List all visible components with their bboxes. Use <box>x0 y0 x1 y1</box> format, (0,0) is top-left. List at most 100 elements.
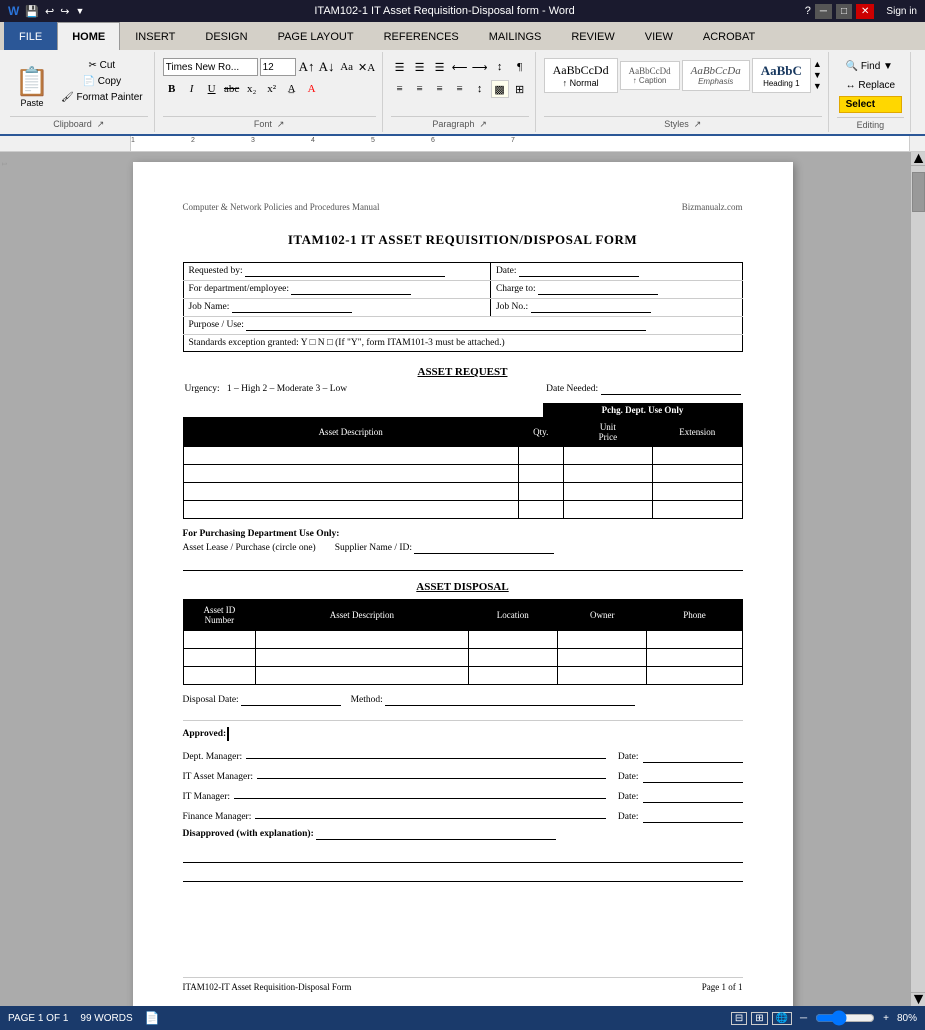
font-family-input[interactable] <box>163 58 258 76</box>
layout-icon[interactable]: 📄 <box>145 1011 160 1025</box>
clear-format-btn[interactable]: ✕A <box>358 58 376 76</box>
select-button[interactable]: Select <box>839 96 902 113</box>
row1-desc[interactable] <box>183 447 518 465</box>
disp-row3-phone[interactable] <box>647 667 742 685</box>
disp-row1-owner[interactable] <box>558 631 647 649</box>
tab-design[interactable]: DESIGN <box>190 22 262 50</box>
format-painter-button[interactable]: 🖌 Format Painter <box>56 90 148 105</box>
scroll-up-btn[interactable]: ▲ <box>911 152 925 166</box>
finance-date-field[interactable] <box>643 812 743 823</box>
quick-access-more[interactable]: ▼ <box>75 6 84 16</box>
disp-row1-loc[interactable] <box>468 631 557 649</box>
sort-button[interactable]: ↕ <box>491 58 509 76</box>
web-layout-icon[interactable]: 🌐 <box>772 1012 792 1025</box>
justify-button[interactable]: ≡ <box>451 80 469 98</box>
disp-row3-owner[interactable] <box>558 667 647 685</box>
row3-desc[interactable] <box>183 483 518 501</box>
row4-price[interactable] <box>563 501 652 519</box>
shrink-font-btn[interactable]: A↓ <box>318 58 336 76</box>
grow-font-btn[interactable]: A↑ <box>298 58 316 76</box>
date-needed-field[interactable] <box>601 384 741 395</box>
change-case-btn[interactable]: Aa <box>338 58 356 76</box>
shading-button[interactable]: ▩ <box>491 80 509 98</box>
disp-row3-id[interactable] <box>183 667 256 685</box>
requested-by-field[interactable] <box>245 266 445 277</box>
job-name-field[interactable] <box>232 302 352 313</box>
style-normal[interactable]: AaBbCcDd ↑ Normal <box>544 58 618 93</box>
it-asset-manager-field[interactable] <box>257 767 606 779</box>
disp-row1-id[interactable] <box>183 631 256 649</box>
scroll-thumb[interactable] <box>912 172 925 212</box>
row2-qty[interactable] <box>518 465 563 483</box>
disp-row1-phone[interactable] <box>647 631 742 649</box>
row3-qty[interactable] <box>518 483 563 501</box>
disp-row1-desc[interactable] <box>256 631 468 649</box>
tab-file[interactable]: FILE <box>4 22 57 50</box>
sign-in[interactable]: Sign in <box>886 6 917 17</box>
it-manager-date-field[interactable] <box>643 792 743 803</box>
replace-button[interactable]: ↔ Replace <box>839 77 902 94</box>
style-emphasis[interactable]: AaBbCcDa Emphasis <box>682 60 750 91</box>
it-asset-date-field[interactable] <box>643 772 743 783</box>
tab-references[interactable]: REFERENCES <box>369 22 474 50</box>
quick-access-undo[interactable]: ↩ <box>45 5 54 18</box>
font-size-input[interactable] <box>260 58 296 76</box>
disp-row2-id[interactable] <box>183 649 256 667</box>
finance-manager-field[interactable] <box>255 807 606 819</box>
find-button[interactable]: 🔍 Find ▼ <box>839 58 902 75</box>
row1-price[interactable] <box>563 447 652 465</box>
align-left-button[interactable]: ≡ <box>391 80 409 98</box>
job-no-field[interactable] <box>531 302 651 313</box>
italic-button[interactable]: I <box>183 80 201 98</box>
minimize-btn[interactable]: ─ <box>815 4 832 19</box>
zoom-slider[interactable] <box>815 1010 875 1026</box>
bold-button[interactable]: B <box>163 80 181 98</box>
dept-field[interactable] <box>291 284 411 295</box>
indent-button[interactable]: ⟶ <box>471 58 489 76</box>
disp-row2-phone[interactable] <box>647 649 742 667</box>
zoom-minus[interactable]: ─ <box>800 1013 807 1024</box>
scroll-down-btn[interactable]: ▼ <box>911 992 925 1006</box>
underline-button[interactable]: U <box>203 80 221 98</box>
method-field[interactable] <box>385 695 635 706</box>
row4-desc[interactable] <box>183 501 518 519</box>
row3-price[interactable] <box>563 483 652 501</box>
supplier-field[interactable] <box>414 543 554 554</box>
subscript-button[interactable]: x₂ <box>243 80 261 98</box>
line-spacing-button[interactable]: ↕ <box>471 80 489 98</box>
dept-manager-date-field[interactable] <box>643 752 743 763</box>
tab-insert[interactable]: INSERT <box>120 22 190 50</box>
disp-row2-loc[interactable] <box>468 649 557 667</box>
row1-qty[interactable] <box>518 447 563 465</box>
cut-button[interactable]: ✂ Cut <box>56 58 148 73</box>
numbering-button[interactable]: ☰ <box>411 58 429 76</box>
bullets-button[interactable]: ☰ <box>391 58 409 76</box>
row4-qty[interactable] <box>518 501 563 519</box>
tab-mailings[interactable]: MAILINGS <box>474 22 557 50</box>
print-layout-icon[interactable]: ⊟ <box>731 1012 747 1025</box>
maximize-btn[interactable]: □ <box>836 4 852 19</box>
styles-scroll[interactable]: ▲▼▼ <box>813 59 822 91</box>
disposal-date-field[interactable] <box>241 695 341 706</box>
dept-manager-field[interactable] <box>246 747 606 759</box>
align-right-button[interactable]: ≡ <box>431 80 449 98</box>
charge-to-field[interactable] <box>538 284 658 295</box>
date-field-1[interactable] <box>519 266 639 277</box>
tab-review[interactable]: REVIEW <box>556 22 629 50</box>
show-para-button[interactable]: ¶ <box>511 58 529 76</box>
purpose-field[interactable] <box>246 320 646 331</box>
style-caption[interactable]: AaBbCcDd ↑ Caption <box>620 61 680 90</box>
multilevel-list-button[interactable]: ☰ <box>431 58 449 76</box>
disp-row3-desc[interactable] <box>256 667 468 685</box>
strikethrough-button[interactable]: abc <box>223 80 241 98</box>
tab-view[interactable]: VIEW <box>630 22 688 50</box>
disp-row3-loc[interactable] <box>468 667 557 685</box>
copy-button[interactable]: 📄 Copy <box>56 74 148 89</box>
row4-ext[interactable] <box>653 501 742 519</box>
it-manager-field[interactable] <box>234 787 606 799</box>
help-btn[interactable]: ? <box>805 5 811 17</box>
paste-button[interactable]: 📋 Paste <box>10 58 54 114</box>
zoom-level[interactable]: 80% <box>897 1013 917 1024</box>
full-screen-icon[interactable]: ⊞ <box>751 1012 767 1025</box>
style-heading1[interactable]: AaBbC Heading 1 <box>752 58 811 93</box>
